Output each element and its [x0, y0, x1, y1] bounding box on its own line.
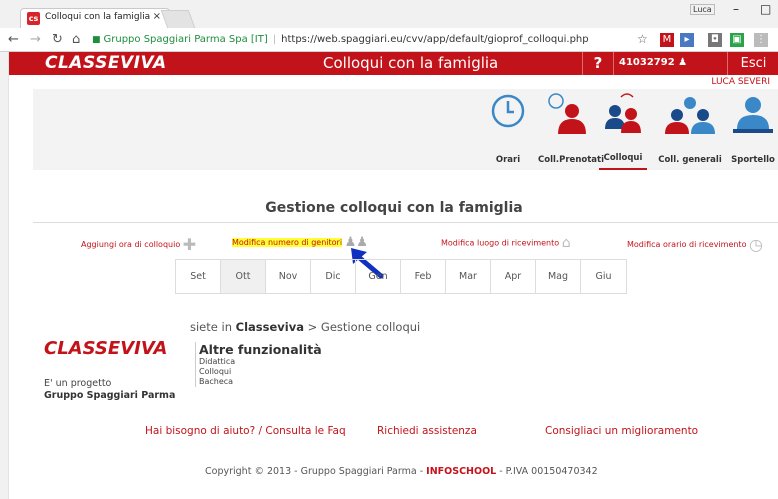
month-tab[interactable]: Mag [536, 260, 581, 293]
help-button[interactable]: ? [582, 52, 614, 75]
user-name: LUCA SEVERI [711, 77, 770, 87]
project-line2: Gruppo Spaggiari Parma [44, 390, 176, 401]
menu-sportello[interactable]: Sportello [727, 89, 778, 170]
url-field[interactable]: ■ Gruppo Spaggiari Parma Spa [IT] | https:/… [92, 30, 632, 49]
project-line1: E' un progetto [44, 378, 112, 389]
breadcrumb-current: > Gestione colloqui [303, 320, 421, 334]
add-hour-label: Aggiungi ora di colloquio [81, 240, 181, 249]
menu-label: Colloqui [603, 153, 643, 163]
house-icon: ⌂ [561, 235, 571, 251]
copyright-post: - P.IVA 00150470342 [496, 466, 598, 477]
menu-label: Coll. generali [658, 155, 722, 165]
copyright: Copyright © 2013 - Gruppo Spaggiari Parm… [205, 466, 598, 477]
menu-label: Orari [495, 155, 521, 165]
other-features: Altre funzionalità Didattica Colloqui Ba… [195, 342, 322, 387]
clock-icon [491, 94, 525, 128]
extension-green-icon[interactable]: ▣ [730, 33, 744, 47]
menu-coll-generali[interactable]: Coll. generali [655, 89, 725, 170]
desk-icon [733, 97, 773, 133]
classeviva-logo[interactable]: CLASSEVIVA [45, 53, 167, 73]
meetings-icon [605, 93, 641, 133]
bookmark-star-icon[interactable]: ☆ [637, 32, 648, 46]
url-text: https://web.spaggiari.eu/cvv/app/default… [281, 34, 589, 45]
profile-badge[interactable]: Luca [690, 4, 715, 15]
project-credit: E' un progetto Gruppo Spaggiari Parma [44, 378, 175, 402]
back-arrow-icon[interactable]: ← [8, 32, 19, 47]
month-tab[interactable]: Apr [491, 260, 536, 293]
page-title: Colloqui con la famiglia [323, 54, 499, 72]
user-code-text: 41032792 [619, 57, 675, 68]
other-link-didattica[interactable]: Didattica [199, 357, 322, 367]
lock-icon: ■ [92, 35, 101, 45]
browser-window: cs Colloqui con la famiglia × Luca – □ ←… [0, 0, 778, 499]
other-link-bacheca[interactable]: Bacheca [199, 377, 322, 387]
help-faq-link[interactable]: Hai bisogno di aiuto? / Consulta le Faq [145, 425, 346, 437]
month-tab[interactable]: Set [176, 260, 221, 293]
user-icon: ♟ [678, 57, 688, 68]
edit-time-link[interactable]: Modifica orario di ricevimento ◷ [627, 235, 763, 254]
edit-time-label: Modifica orario di ricevimento [627, 240, 747, 249]
extension-gmail-icon[interactable]: M [660, 33, 674, 47]
edit-place-label: Modifica luogo di ricevimento [441, 238, 560, 248]
menu-colloqui[interactable]: Colloqui [599, 89, 647, 170]
month-tab[interactable]: Nov [266, 260, 311, 293]
month-selector: Set Ott Nov Dic Gen Feb Mar Apr Mag Giu [175, 259, 627, 294]
tab-close-icon[interactable]: × [153, 11, 161, 22]
address-bar: ← → ↻ ⌂ ■ Gruppo Spaggiari Parma Spa [IT]… [0, 28, 778, 52]
edit-place-link[interactable]: Modifica luogo di ricevimento ⌂ [441, 235, 571, 251]
logout-button[interactable]: Esci [727, 52, 778, 75]
month-tab[interactable]: Giu [581, 260, 626, 293]
other-link-colloqui[interactable]: Colloqui [199, 367, 322, 377]
minimize-button[interactable]: – [733, 2, 739, 16]
breadcrumb-root[interactable]: Classeviva [236, 320, 304, 334]
site-org: Gruppo Spaggiari Parma Spa [IT] [103, 34, 268, 45]
reload-icon[interactable]: ↻ [52, 32, 63, 47]
other-features-title: Altre funzionalità [199, 342, 322, 357]
feature-menu: Orari Coll.Prenotati Colloqui Coll. gene… [33, 89, 778, 170]
edit-parents-label: Modifica numero di genitori [232, 238, 343, 247]
classeviva-favicon-icon: cs [27, 12, 40, 25]
menu-label: Coll.Prenotati [538, 155, 604, 165]
menu-coll-prenotati[interactable]: Coll.Prenotati [538, 89, 604, 170]
browser-tab[interactable]: cs Colloqui con la famiglia × [20, 8, 170, 28]
breadcrumb-prefix: siete in [190, 320, 236, 334]
footer-logo: CLASSEVIVA [44, 338, 168, 359]
copyright-brand[interactable]: INFOSCHOOL [426, 466, 496, 477]
new-tab-button[interactable] [160, 10, 196, 28]
section-heading: Gestione colloqui con la famiglia [265, 200, 523, 216]
booked-meetings-icon [548, 93, 586, 134]
breadcrumb: siete in Classeviva > Gestione colloqui [190, 320, 420, 334]
user-code[interactable]: 41032792 ♟ [619, 57, 687, 68]
clock-outline-icon: ◷ [749, 235, 763, 254]
improvement-link[interactable]: Consigliaci un miglioramento [545, 425, 698, 437]
divider [33, 222, 778, 223]
general-meetings-icon [665, 97, 715, 134]
forward-arrow-icon[interactable]: → [30, 32, 41, 47]
assistance-link[interactable]: Richiedi assistenza [377, 425, 477, 437]
month-tab[interactable]: Mar [446, 260, 491, 293]
extension-blue-icon[interactable]: ▸ [680, 33, 694, 47]
plus-icon: ✚ [182, 235, 197, 254]
month-tab[interactable]: Dic [311, 260, 356, 293]
month-tab-selected[interactable]: Ott [221, 260, 266, 293]
tab-title: Colloqui con la famiglia [45, 12, 151, 22]
top-header: CLASSEVIVA Colloqui con la famiglia ? 41… [9, 52, 778, 75]
maximize-button[interactable]: □ [760, 2, 771, 16]
tab-bar: cs Colloqui con la famiglia × Luca – □ [0, 0, 778, 28]
copyright-pre: Copyright © 2013 - Gruppo Spaggiari Parm… [205, 466, 427, 477]
add-hour-link[interactable]: Aggiungi ora di colloquio ✚ [81, 235, 196, 254]
extension-grey-icon[interactable]: ◘ [708, 33, 722, 47]
month-tab[interactable]: Feb [401, 260, 446, 293]
month-tab[interactable]: Gen [356, 260, 401, 293]
menu-orari[interactable]: Orari [483, 89, 533, 170]
page: CLASSEVIVA Colloqui con la famiglia ? 41… [8, 52, 778, 499]
extension-menu-icon[interactable]: ⋮ [754, 33, 768, 47]
home-icon[interactable]: ⌂ [72, 32, 80, 47]
menu-label: Sportello [731, 155, 775, 165]
